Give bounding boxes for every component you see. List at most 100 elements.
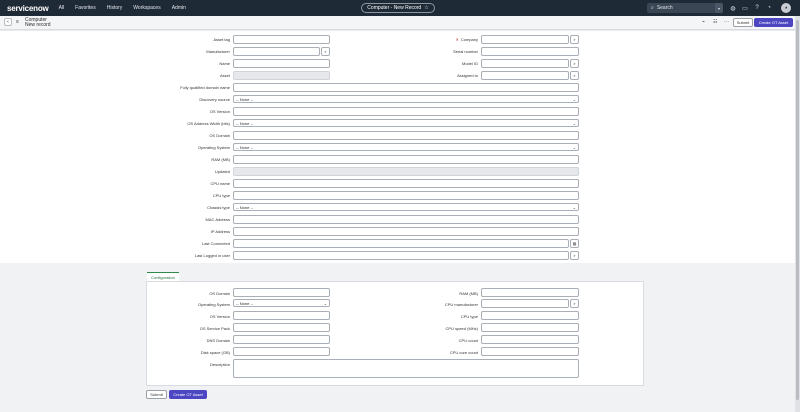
chevron-down-icon: ⌄ bbox=[572, 97, 576, 102]
cfg-disk-space-field[interactable] bbox=[233, 347, 330, 356]
cfg-os-service-pack-field[interactable] bbox=[233, 323, 330, 332]
manufacturer-label: Manufacturer bbox=[206, 49, 230, 54]
cfg-cpu-core-count-label: CPU core count bbox=[449, 350, 478, 355]
cpu-type-field[interactable] bbox=[233, 191, 579, 200]
cfg-dns-domain-field[interactable] bbox=[233, 335, 330, 344]
cfg-ram-field[interactable] bbox=[481, 288, 579, 297]
more-options-icon[interactable]: ··· bbox=[724, 19, 729, 25]
os-version-label: OS Version bbox=[209, 109, 230, 114]
os-address-width-select[interactable]: -- None -- ⌄ bbox=[233, 119, 579, 127]
create-ot-asset-button-bottom[interactable]: Create OT Asset bbox=[169, 390, 207, 399]
cfg-operating-system-select[interactable]: -- None -- ⌄ bbox=[233, 299, 330, 307]
operating-system-label: Operating System bbox=[197, 145, 230, 150]
discovery-source-select[interactable]: -- None -- ⌄ bbox=[233, 95, 579, 103]
last-logged-user-field[interactable] bbox=[233, 251, 569, 260]
search-icon[interactable]: ⌕ bbox=[570, 71, 579, 80]
cfg-cpu-count-label: CPU count bbox=[458, 338, 478, 343]
chassis-type-select[interactable]: -- None -- ⌄ bbox=[233, 203, 579, 211]
cfg-cpu-core-count-field[interactable] bbox=[481, 347, 579, 356]
cfg-cpu-speed-field[interactable] bbox=[481, 323, 579, 332]
cfg-os-version-field[interactable] bbox=[233, 311, 330, 320]
settings-sliders-icon[interactable]: ☷ bbox=[713, 19, 717, 25]
os-address-width-label: OS Address Width (bits) bbox=[187, 121, 230, 126]
nav-favorites[interactable]: Favorites bbox=[75, 5, 96, 11]
cfg-ram-label: RAM (MB) bbox=[459, 291, 478, 296]
cfg-os-domain-label: OS Domain bbox=[209, 291, 230, 296]
ram-label: RAM (MB) bbox=[211, 157, 230, 162]
ram-field[interactable] bbox=[233, 155, 579, 164]
search-icon[interactable]: ⌕ bbox=[570, 299, 579, 308]
cfg-operating-system-label: Operating System bbox=[197, 302, 230, 307]
asset-label: Asset bbox=[219, 73, 230, 78]
asset-tag-field[interactable] bbox=[233, 35, 330, 44]
cfg-cpu-type-field[interactable] bbox=[481, 311, 579, 320]
submit-button-bottom[interactable]: Submit bbox=[146, 390, 167, 399]
notifications-icon[interactable]: ◔ bbox=[765, 4, 773, 12]
os-domain-field[interactable] bbox=[233, 131, 579, 140]
back-button[interactable]: ‹ bbox=[4, 18, 12, 26]
global-search[interactable]: ⌕ Search ▾ bbox=[647, 3, 723, 13]
cpu-type-label: CPU type bbox=[212, 193, 230, 198]
brand-logo[interactable]: servicenow bbox=[7, 4, 49, 13]
ip-address-label: IP Address bbox=[210, 229, 230, 234]
mac-address-field[interactable] bbox=[233, 215, 579, 224]
last-logged-user-label: Last Logged in user bbox=[194, 253, 230, 258]
ip-address-field[interactable] bbox=[233, 227, 579, 236]
cpu-name-field[interactable] bbox=[233, 179, 579, 188]
cfg-cpu-count-field[interactable] bbox=[481, 335, 579, 344]
model-id-label: Model ID bbox=[461, 61, 478, 66]
cfg-os-domain-field[interactable] bbox=[233, 288, 330, 297]
cfg-cpu-manufacturer-field[interactable] bbox=[481, 299, 569, 308]
company-label-text: Company bbox=[460, 37, 478, 42]
serial-number-field[interactable] bbox=[481, 47, 579, 56]
search-icon[interactable]: ⌕ bbox=[570, 251, 579, 260]
cfg-operating-system-value: -- None -- bbox=[236, 300, 254, 306]
updated-field bbox=[233, 167, 579, 176]
asset-tag-label: Asset tag bbox=[213, 37, 230, 42]
discovery-source-value: -- None -- bbox=[236, 96, 254, 102]
search-scope-dropdown[interactable]: ▾ bbox=[715, 3, 723, 13]
last-connected-field[interactable] bbox=[233, 239, 569, 248]
tab-configuration[interactable]: Configuration bbox=[147, 272, 179, 281]
cpu-name-label: CPU name bbox=[210, 181, 230, 186]
cfg-cpu-speed-label: CPU speed (MHz) bbox=[445, 326, 478, 331]
model-id-field[interactable] bbox=[481, 59, 569, 68]
cfg-cpu-manufacturer-label: CPU manufacturer bbox=[444, 302, 478, 307]
required-icon: ✕ bbox=[455, 37, 459, 42]
form-menu-icon[interactable]: ≡ bbox=[16, 19, 19, 25]
assigned-to-field[interactable] bbox=[481, 71, 569, 80]
fqdn-field[interactable] bbox=[233, 83, 579, 92]
attachment-icon[interactable]: ⌁ bbox=[702, 19, 705, 25]
submit-button[interactable]: Submit bbox=[733, 18, 753, 27]
operating-system-select[interactable]: -- None -- ⌄ bbox=[233, 143, 579, 151]
discovery-source-label: Discovery source bbox=[199, 97, 230, 102]
name-field[interactable] bbox=[233, 59, 330, 68]
chevron-down-icon: ⌄ bbox=[572, 145, 576, 150]
chat-icon[interactable]: ▭ bbox=[741, 4, 749, 12]
manufacturer-field[interactable] bbox=[233, 47, 320, 56]
user-avatar[interactable]: ◕ bbox=[781, 3, 791, 13]
company-field[interactable] bbox=[481, 35, 569, 44]
globe-icon[interactable]: ◍ bbox=[729, 4, 737, 12]
calendar-icon[interactable]: ▦ bbox=[570, 239, 579, 248]
nav-all[interactable]: All bbox=[59, 5, 65, 11]
nav-admin[interactable]: Admin bbox=[172, 5, 186, 11]
record-title-pill[interactable]: Computer - New Record ☆ bbox=[361, 3, 435, 13]
cfg-os-service-pack-label: OS Service Pack bbox=[199, 326, 230, 331]
nav-history[interactable]: History bbox=[107, 5, 123, 11]
name-label: Name bbox=[219, 61, 230, 66]
help-icon[interactable]: ? bbox=[753, 4, 761, 12]
search-icon[interactable]: ⌕ bbox=[570, 59, 579, 68]
search-placeholder: Search bbox=[656, 5, 673, 11]
scrollbar-thumb[interactable] bbox=[796, 20, 799, 400]
search-icon[interactable]: ⌕ bbox=[321, 47, 330, 56]
cfg-description-textarea[interactable] bbox=[233, 359, 579, 378]
fqdn-label: Fully qualified domain name bbox=[180, 85, 230, 90]
cfg-os-version-label: OS Version bbox=[209, 314, 230, 319]
create-ot-asset-button[interactable]: Create OT Asset bbox=[754, 18, 793, 27]
search-icon: ⌕ bbox=[651, 5, 654, 11]
star-icon[interactable]: ☆ bbox=[424, 5, 428, 11]
os-version-field[interactable] bbox=[233, 107, 579, 116]
search-icon[interactable]: ⌕ bbox=[570, 35, 579, 44]
nav-workspaces[interactable]: Workspaces bbox=[133, 5, 160, 11]
